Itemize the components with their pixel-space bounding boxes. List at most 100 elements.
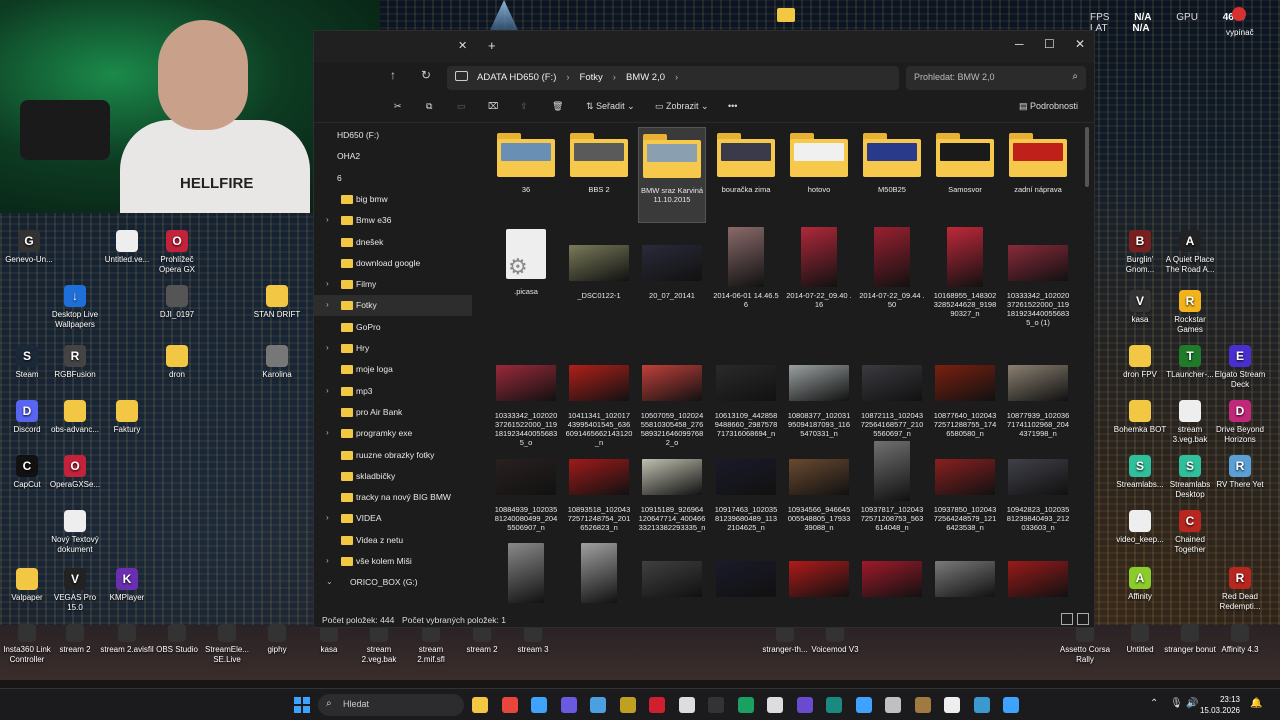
chevron-right-icon[interactable]: › [326, 215, 329, 224]
desktop-icon[interactable]: B Burglin' Gnom... [1113, 230, 1167, 275]
sidebar-item[interactable]: › Filmy [314, 274, 472, 295]
desktop-icon[interactable]: V VEGAS Pro 15.0 [48, 568, 102, 613]
file-item[interactable]: 10507059_102024 55810305458_276 58932164… [638, 347, 706, 447]
volume-icon[interactable]: 🔊 [1186, 698, 1198, 709]
notification-bell-icon[interactable]: 🔔 [1250, 698, 1262, 709]
minimize-button[interactable]: ─ [1015, 37, 1024, 51]
desktop-icon[interactable]: Assetto Corsa Rally [1058, 624, 1112, 665]
chevron-down-icon[interactable]: ⌄ [326, 577, 333, 586]
desktop-icon[interactable]: stream 3.veg.bak [1163, 400, 1217, 445]
sidebar-item[interactable]: › mp3 [314, 381, 472, 402]
sidebar-item[interactable]: Videa z netu [314, 530, 472, 551]
taskbar-app-icon[interactable] [708, 697, 724, 713]
microphone-icon[interactable]: 🎙 [1170, 698, 1183, 709]
more-options-button[interactable]: ••• [728, 101, 737, 111]
desktop-icon[interactable]: dron FPV [1113, 345, 1167, 380]
chevron-right-icon[interactable]: › [326, 386, 329, 395]
windows-start-icon[interactable] [294, 697, 310, 713]
refresh-icon[interactable]: ↻ [421, 68, 431, 82]
sidebar-item[interactable]: › Hry [314, 338, 472, 359]
file-item[interactable]: 10411341_102017 43995401545_636 60914656… [565, 347, 633, 447]
desktop-icon[interactable]: Valpaper [0, 568, 54, 603]
cut-icon[interactable]: ✂ [394, 101, 402, 112]
desktop-icon[interactable]: stream 2.mif.sfl [404, 624, 458, 665]
taskbar-app-icon[interactable] [590, 697, 606, 713]
chevron-right-icon[interactable]: › [326, 556, 329, 565]
desktop-icon[interactable]: Vkasa [1113, 290, 1167, 325]
folder-item[interactable]: BBS 2 [565, 127, 633, 194]
desktop-icon[interactable]: E Elgato Stream Deck [1213, 345, 1267, 390]
file-item[interactable] [712, 543, 780, 607]
sidebar-item[interactable]: pro Air Bank [314, 402, 472, 423]
file-item[interactable] [858, 543, 926, 607]
folder-item[interactable]: bouračka zima [712, 127, 780, 194]
sidebar-item[interactable]: OHA2 [314, 146, 472, 167]
desktop-icon[interactable]: G Genevo-Un... [2, 230, 56, 265]
folder-icon[interactable] [777, 8, 795, 22]
file-item[interactable] [1004, 543, 1072, 607]
folder-item[interactable]: M50B25 [858, 127, 926, 194]
file-item[interactable]: 2014-07-22_09.44 .50 [858, 227, 926, 309]
file-item[interactable] [785, 543, 853, 607]
sidebar-item[interactable]: download google [314, 253, 472, 274]
desktop-icon[interactable]: Untitled [1113, 624, 1167, 655]
sidebar-item[interactable]: › programky exe [314, 423, 472, 444]
desktop-icon[interactable]: StreamEle... SE.Live [200, 624, 254, 665]
desktop-icon[interactable]: Nový Textový dokument [48, 510, 102, 555]
file-item[interactable]: 10333342_102020 37261522000_119 18192344… [492, 347, 560, 447]
sidebar-item[interactable]: ruuzne obrazky fotky [314, 445, 472, 466]
file-item[interactable] [492, 543, 560, 607]
desktop-icon[interactable]: ↓ Desktop Live Wallpapers [48, 285, 102, 330]
tab-close-icon[interactable]: ✕ [458, 39, 467, 52]
desktop-icon[interactable]: R Red Dead Redempti... [1213, 567, 1267, 612]
address-bar[interactable]: ADATA HD650 (F:) › Fotky › BMW 2,0 › [447, 66, 899, 90]
desktop-icon[interactable]: Karolina [250, 345, 304, 380]
taskbar-app-icon[interactable] [885, 697, 901, 713]
breadcrumb-bmw[interactable]: BMW 2,0 [626, 72, 665, 83]
desktop-icon[interactable]: R RGBFusion [48, 345, 102, 380]
search-input[interactable]: Prohledat: BMW 2,0 ⌕ [906, 66, 1086, 90]
file-item[interactable]: 20_07_20141 [638, 227, 706, 300]
desktop-icon[interactable]: Bohemka BOT [1113, 400, 1167, 435]
file-item[interactable]: 10877939_102036 71741102968_204 4371998_… [1004, 347, 1072, 438]
breadcrumb-fotky[interactable]: Fotky [580, 72, 603, 83]
sidebar-item[interactable]: ⌄ ORICO_BOX (G:) [314, 572, 472, 593]
chevron-right-icon[interactable]: › [326, 300, 329, 309]
sidebar-item[interactable]: dnešek [314, 232, 472, 253]
file-item[interactable] [638, 543, 706, 607]
desktop-icon[interactable]: O Prohlížeč Opera GX [150, 230, 204, 275]
file-item[interactable]: 10937817_102043 72571208753_563 614048_n [858, 441, 926, 532]
taskbar-app-icon[interactable] [796, 697, 813, 713]
paste-icon[interactable]: ▭ [457, 101, 466, 112]
desktop-icon[interactable]: S Streamlabs Desktop [1163, 455, 1217, 500]
file-item[interactable]: 10613109_442858 9488660_2987578 71731606… [712, 347, 780, 438]
scrollbar[interactable] [1085, 127, 1089, 187]
sidebar-item[interactable]: › vše kolem Miši [314, 551, 472, 572]
file-item[interactable]: 10333342_102020 37261522000_119 18192344… [1004, 227, 1072, 327]
file-item[interactable]: 10877640_102043 72571288755_174 6580580_… [931, 347, 999, 438]
details-button[interactable]: ▤ Podrobnosti [1019, 101, 1078, 112]
maximize-button[interactable]: ☐ [1044, 37, 1055, 51]
desktop-icon[interactable]: R RV There Yet [1213, 455, 1267, 490]
taskbar-app-icon[interactable] [1003, 697, 1019, 713]
taskbar-app-icon[interactable] [944, 697, 960, 713]
sidebar-item[interactable]: › Fotky [314, 295, 472, 317]
sidebar-item[interactable]: 6 [314, 168, 472, 189]
folder-item[interactable]: Samosvor [931, 127, 999, 194]
desktop-icon[interactable]: video_keep... [1113, 510, 1167, 545]
taskbar-app-icon[interactable] [678, 697, 695, 713]
file-item[interactable]: 10915189_926964 120647714_400466 3321338… [638, 441, 706, 532]
desktop-icon[interactable]: D Drive Beyond Horizons [1213, 400, 1267, 445]
taskbar-clock[interactable]: 23:13 15.03.2026 [1198, 694, 1240, 716]
close-button[interactable]: ✕ [1075, 37, 1085, 51]
desktop-icon[interactable]: Insta360 Link Controller [0, 624, 54, 665]
file-item[interactable]: 2014-06-01 14.46.56 [712, 227, 780, 309]
taskbar-app-icon[interactable] [560, 697, 577, 713]
power-switch-icon[interactable] [1232, 7, 1246, 21]
desktop-icon[interactable]: stream 2.veg.bak [352, 624, 406, 665]
desktop-icon[interactable]: STAN DRIFT [250, 285, 304, 320]
file-item[interactable] [931, 543, 999, 607]
taskbar-app-icon[interactable] [649, 697, 665, 713]
file-item[interactable]: 10808377_102031 95094187093_116 5470331_… [785, 347, 853, 438]
desktop-icon[interactable]: giphy [250, 624, 304, 655]
